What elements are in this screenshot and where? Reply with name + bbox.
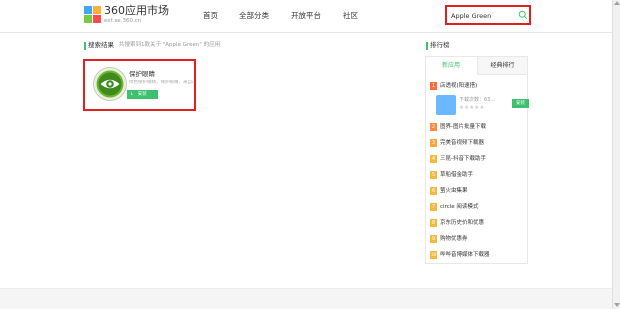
search-input[interactable] xyxy=(451,10,513,21)
rating-stars: ★★★★★ xyxy=(459,105,485,111)
tab-new-apps[interactable]: 新应用 xyxy=(426,57,476,75)
app-card[interactable]: 保护眼睛 绿色保护眼睛，保护眼睛，来自A... ↓ 安装 xyxy=(83,59,196,111)
rank-item-name: circle 阅读模式 xyxy=(440,204,479,210)
nav-all-categories[interactable]: 全部分类 xyxy=(239,11,269,20)
rank-number: 9 xyxy=(430,235,437,243)
rank-item[interactable]: 3 完美音视频下载器 xyxy=(430,138,525,148)
rank-item[interactable]: 10 哔哔音博媒体下载器 xyxy=(430,250,525,260)
scroll-down-icon[interactable] xyxy=(614,303,620,307)
search-icon[interactable] xyxy=(518,10,528,20)
rank-item-name: 店透视(阳速搭) xyxy=(440,83,478,89)
rank-number: 3 xyxy=(430,139,437,147)
results-count: 共搜索到1款关于 "Apple Green" 的应用 xyxy=(119,42,221,48)
rank-number: 7 xyxy=(430,203,437,211)
logo-title: 360应用市场 xyxy=(104,4,169,17)
rank-item-name: 哔哔音博媒体下载器 xyxy=(440,252,490,258)
nav-community[interactable]: 社区 xyxy=(343,11,358,20)
ranking-tabs: 新应用 经典排行 xyxy=(426,57,527,75)
search-box xyxy=(445,5,531,25)
rank-number: 10 xyxy=(430,251,437,259)
logo[interactable]: 360应用市场 ext.se.360.cn xyxy=(84,4,184,28)
rank-number: 5 xyxy=(430,171,437,179)
results-title: 搜索结果 xyxy=(88,41,114,49)
rank-number: 2 xyxy=(430,123,437,131)
rank-number: 6 xyxy=(430,187,437,195)
rank-item[interactable]: 6 萤火虫集果 xyxy=(430,186,525,196)
footer xyxy=(0,288,612,309)
rank-item-name: 草船借金助手 xyxy=(440,172,474,178)
rank-item[interactable]: 7 circle 阅读模式 xyxy=(430,202,525,212)
page: 360应用市场 ext.se.360.cn 首页 全部分类 开放平台 社区 搜索… xyxy=(0,0,620,309)
rank-number: 4 xyxy=(430,155,437,163)
logo-subtitle: ext.se.360.cn xyxy=(104,18,142,24)
rank-item-name: 三昆-抖音下载助手 xyxy=(440,156,486,162)
nav-home[interactable]: 首页 xyxy=(203,11,218,20)
rank-number: 8 xyxy=(430,219,437,227)
rank-item-name: 完美音视频下载器 xyxy=(440,140,485,146)
rank-item-name: 萤火虫集果 xyxy=(440,188,468,194)
app-description: 绿色保护眼睛，保护眼睛，来自A... xyxy=(129,80,193,85)
header: 360应用市场 ext.se.360.cn 首页 全部分类 开放平台 社区 xyxy=(0,0,612,33)
featured-install-button[interactable]: 安装 xyxy=(512,99,529,108)
rank-item[interactable]: 4 三昆-抖音下载助手 xyxy=(430,154,525,164)
rank-item[interactable]: 8 京东历史价和优惠 xyxy=(430,218,525,228)
tab-classic-ranking[interactable]: 经典排行 xyxy=(477,57,527,75)
rank-item[interactable]: 9 购物优惠券 xyxy=(430,234,525,244)
install-button[interactable]: ↓ 安装 xyxy=(127,90,158,99)
rank-number: 1 xyxy=(430,82,437,90)
eye-icon[interactable] xyxy=(93,67,127,101)
scrollbar[interactable] xyxy=(612,0,620,309)
scroll-up-icon[interactable] xyxy=(614,1,620,5)
section-marker xyxy=(84,42,86,50)
download-count: 下载次数：63... xyxy=(459,97,496,103)
app-thumbnail-icon xyxy=(436,95,456,115)
logo-icon xyxy=(84,6,101,23)
app-name[interactable]: 保护眼睛 xyxy=(129,70,155,78)
nav-open-platform[interactable]: 开放平台 xyxy=(291,11,321,20)
rank-item[interactable]: 5 草船借金助手 xyxy=(430,170,525,180)
ranking-title: 排行榜 xyxy=(430,41,450,49)
rank-item[interactable]: 1 店透视(阳速搭) xyxy=(430,81,525,91)
install-label: 安装 xyxy=(137,92,147,97)
download-icon: ↓ xyxy=(130,92,134,97)
ranking-panel: 新应用 经典排行 1 店透视(阳速搭) 下载次数：63... ★★★★★ 安装 … xyxy=(425,56,529,264)
rank-item-name: 京东历史价和优惠 xyxy=(440,220,485,226)
rank-item-name: 购物优惠券 xyxy=(440,236,468,242)
rank-item-name: 图界-图片批量下载 xyxy=(440,124,486,130)
rank-item[interactable]: 2 图界-图片批量下载 xyxy=(430,122,525,132)
section-marker xyxy=(426,42,428,50)
featured-app[interactable]: 下载次数：63... ★★★★★ 安装 xyxy=(430,95,529,119)
